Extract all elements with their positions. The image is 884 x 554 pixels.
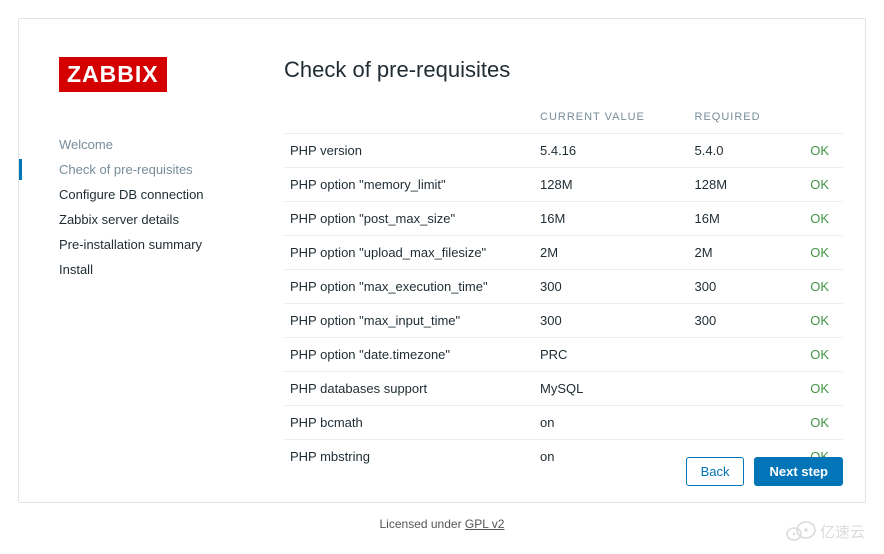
cell-name: PHP option "post_max_size" xyxy=(284,202,534,236)
license-prefix: Licensed under xyxy=(380,517,465,531)
cell-name: PHP option "date.timezone" xyxy=(284,338,534,372)
step-item-5[interactable]: Install xyxy=(59,257,284,282)
cell-required: 2M xyxy=(689,236,792,270)
cell-name: PHP version xyxy=(284,134,534,168)
footer-buttons: Back Next step xyxy=(686,457,843,486)
step-item-1[interactable]: Check of pre-requisites xyxy=(59,157,284,182)
col-name xyxy=(284,103,534,134)
col-current: Current value xyxy=(534,103,689,134)
cell-required: 128M xyxy=(689,168,792,202)
cell-status: OK xyxy=(792,270,843,304)
table-row: PHP option "max_execution_time"300300OK xyxy=(284,270,843,304)
table-row: PHP databases supportMySQL OK xyxy=(284,372,843,406)
cell-current: 300 xyxy=(534,270,689,304)
steps-list: WelcomeCheck of pre-requisitesConfigure … xyxy=(59,132,284,282)
main-content: Check of pre-requisites Current value Re… xyxy=(284,57,865,484)
step-item-4[interactable]: Pre-installation summary xyxy=(59,232,284,257)
sidebar: ZABBIX WelcomeCheck of pre-requisitesCon… xyxy=(59,57,284,484)
table-row: PHP option "post_max_size"16M16MOK xyxy=(284,202,843,236)
table-row: PHP version5.4.165.4.0OK xyxy=(284,134,843,168)
cell-current: on xyxy=(534,440,689,474)
requisites-table-wrap[interactable]: Current value Required PHP version5.4.16… xyxy=(284,103,853,484)
table-row: PHP option "date.timezone"PRC OK xyxy=(284,338,843,372)
svg-text:亿速云: 亿速云 xyxy=(820,524,865,541)
cell-current: 300 xyxy=(534,304,689,338)
cell-current: 128M xyxy=(534,168,689,202)
cell-status: OK xyxy=(792,202,843,236)
cell-required: 16M xyxy=(689,202,792,236)
license-link[interactable]: GPL v2 xyxy=(465,517,505,531)
cell-status: OK xyxy=(792,372,843,406)
cell-current: MySQL xyxy=(534,372,689,406)
cell-required: 300 xyxy=(689,270,792,304)
cell-status: OK xyxy=(792,338,843,372)
license-footer: Licensed under GPL v2 xyxy=(18,517,866,531)
cell-status: OK xyxy=(792,168,843,202)
cell-name: PHP option "max_input_time" xyxy=(284,304,534,338)
requisites-tbody: PHP version5.4.165.4.0OKPHP option "memo… xyxy=(284,134,843,474)
cell-name: PHP option "upload_max_filesize" xyxy=(284,236,534,270)
cell-status: OK xyxy=(792,134,843,168)
cell-name: PHP bcmath xyxy=(284,406,534,440)
cell-name: PHP databases support xyxy=(284,372,534,406)
cell-status: OK xyxy=(792,406,843,440)
cell-name: PHP option "memory_limit" xyxy=(284,168,534,202)
cell-required: 300 xyxy=(689,304,792,338)
page-title: Check of pre-requisites xyxy=(284,57,853,83)
cell-current: 16M xyxy=(534,202,689,236)
cell-current: 2M xyxy=(534,236,689,270)
cell-required: 5.4.0 xyxy=(689,134,792,168)
step-item-0[interactable]: Welcome xyxy=(59,132,284,157)
table-row: PHP option "memory_limit"128M128MOK xyxy=(284,168,843,202)
cell-status: OK xyxy=(792,304,843,338)
cell-required xyxy=(689,338,792,372)
cell-current: on xyxy=(534,406,689,440)
wizard-panel: ZABBIX WelcomeCheck of pre-requisitesCon… xyxy=(18,18,866,503)
logo: ZABBIX xyxy=(59,57,167,92)
table-row: PHP option "max_input_time"300300OK xyxy=(284,304,843,338)
table-row: PHP bcmathon OK xyxy=(284,406,843,440)
requisites-table: Current value Required PHP version5.4.16… xyxy=(284,103,843,473)
cell-required xyxy=(689,406,792,440)
back-button[interactable]: Back xyxy=(686,457,745,486)
col-status xyxy=(792,103,843,134)
table-row: PHP option "upload_max_filesize"2M2MOK xyxy=(284,236,843,270)
cell-status: OK xyxy=(792,236,843,270)
cell-current: PRC xyxy=(534,338,689,372)
watermark: 亿速云 xyxy=(784,516,874,546)
step-item-2[interactable]: Configure DB connection xyxy=(59,182,284,207)
col-required: Required xyxy=(689,103,792,134)
cell-name: PHP mbstring xyxy=(284,440,534,474)
step-item-3[interactable]: Zabbix server details xyxy=(59,207,284,232)
cell-required xyxy=(689,372,792,406)
cell-name: PHP option "max_execution_time" xyxy=(284,270,534,304)
next-button[interactable]: Next step xyxy=(754,457,843,486)
cell-current: 5.4.16 xyxy=(534,134,689,168)
